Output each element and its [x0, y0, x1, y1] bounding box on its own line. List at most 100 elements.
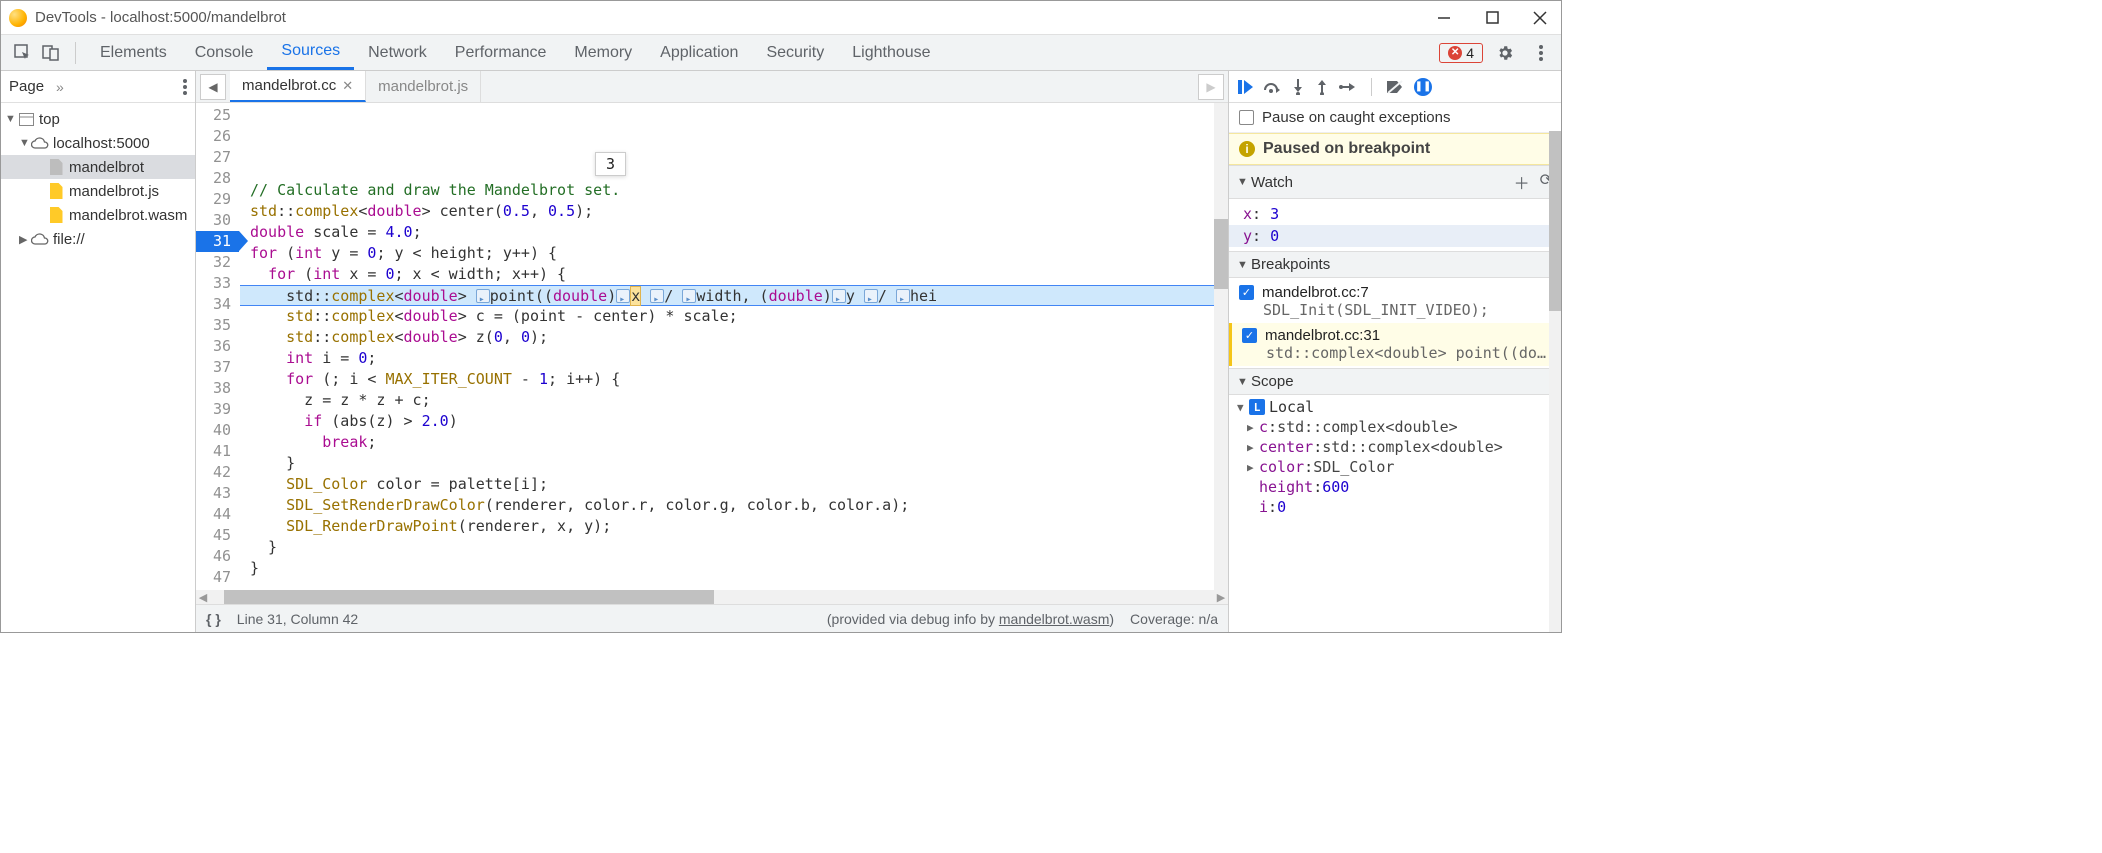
tree-origin[interactable]: ▼ localhost:5000: [1, 131, 195, 155]
watch-item[interactable]: y: 0: [1229, 225, 1561, 247]
navigator-more-tabs-icon[interactable]: »: [56, 79, 64, 95]
resume-icon[interactable]: [1237, 79, 1253, 95]
tab-memory[interactable]: Memory: [560, 35, 646, 70]
file-tab-mandelbrot-js[interactable]: mandelbrot.js: [366, 71, 481, 102]
value-tooltip: 3: [595, 152, 626, 176]
expand-arrow-icon[interactable]: ▶: [19, 233, 31, 246]
cloud-icon: [31, 137, 49, 149]
local-badge-icon: L: [1249, 399, 1265, 415]
checkbox[interactable]: [1239, 110, 1254, 125]
nav-back-icon[interactable]: ◀: [200, 74, 226, 100]
checkbox-checked[interactable]: ✓: [1242, 328, 1257, 343]
navigator-menu-icon[interactable]: [183, 79, 187, 95]
scope-var[interactable]: i: 0: [1229, 497, 1561, 517]
breakpoints-header[interactable]: ▼ Breakpoints: [1229, 251, 1561, 278]
separator: [1371, 78, 1372, 96]
kebab-menu-icon[interactable]: [1527, 39, 1555, 67]
tab-console[interactable]: Console: [181, 35, 268, 70]
error-icon: ✕: [1448, 46, 1462, 60]
settings-icon[interactable]: [1491, 39, 1519, 67]
right-panel-scrollbar[interactable]: [1549, 131, 1561, 632]
collapse-arrow-icon[interactable]: ▼: [1237, 376, 1251, 388]
divider: [75, 42, 76, 64]
editor-statusbar: { } Line 31, Column 42 (provided via deb…: [196, 604, 1228, 632]
watch-header[interactable]: ▼ Watch ＋ ⟳: [1229, 165, 1561, 199]
watch-body: x: 3 y: 0: [1229, 199, 1561, 251]
tree-file-scheme[interactable]: ▶ file://: [1, 227, 195, 251]
debugger-panel: ❚❚ Pause on caught exceptions i Paused o…: [1229, 71, 1561, 632]
pause-on-exceptions-icon[interactable]: ❚❚: [1414, 78, 1432, 96]
document-icon: [47, 159, 65, 175]
deactivate-breakpoints-icon[interactable]: [1386, 79, 1404, 95]
tab-sources[interactable]: Sources: [267, 35, 354, 70]
tree-file-mandelbrot-js[interactable]: mandelbrot.js: [1, 179, 195, 203]
debugger-toolbar: ❚❚: [1229, 71, 1561, 103]
minimize-button[interactable]: [1431, 5, 1457, 31]
scope-body: ▼ L Local ▶c: std::complex<double> ▶cent…: [1229, 395, 1561, 519]
vertical-scrollbar[interactable]: [1214, 103, 1228, 590]
step-out-icon[interactable]: [1315, 79, 1329, 95]
tab-elements[interactable]: Elements: [86, 35, 181, 70]
tab-application[interactable]: Application: [646, 35, 752, 70]
watch-item[interactable]: x: 3: [1229, 203, 1561, 225]
close-tab-icon[interactable]: ✕: [342, 78, 353, 94]
line-gutter[interactable]: 2526272829303132333435363738394041424344…: [196, 103, 240, 590]
horizontal-scrollbar[interactable]: ◀ ▶: [196, 590, 1228, 604]
cloud-icon: [31, 233, 49, 245]
script-icon: [47, 183, 65, 199]
scope-var[interactable]: ▶c: std::complex<double>: [1229, 417, 1561, 437]
editor-area[interactable]: 2526272829303132333435363738394041424344…: [196, 103, 1228, 590]
code-content[interactable]: 3 // Calculate and draw the Mandelbrot s…: [240, 103, 1214, 590]
maximize-button[interactable]: [1479, 5, 1505, 31]
step-icon[interactable]: [1339, 81, 1357, 93]
collapse-arrow-icon[interactable]: ▼: [1237, 259, 1251, 271]
step-over-icon[interactable]: [1263, 80, 1281, 94]
main-toolbar: Elements Console Sources Network Perform…: [1, 35, 1561, 71]
scope-var[interactable]: height: 600: [1229, 477, 1561, 497]
expand-arrow-icon[interactable]: ▼: [5, 113, 17, 125]
paused-banner: i Paused on breakpoint: [1229, 133, 1561, 165]
scope-header[interactable]: ▼ Scope: [1229, 368, 1561, 395]
tab-security[interactable]: Security: [752, 35, 838, 70]
scroll-right-icon[interactable]: ▶: [1214, 591, 1228, 604]
wasm-link[interactable]: mandelbrot.wasm: [999, 611, 1110, 627]
navigator-title[interactable]: Page: [9, 78, 44, 95]
checkbox-checked[interactable]: ✓: [1239, 285, 1254, 300]
collapse-arrow-icon[interactable]: ▼: [1237, 176, 1251, 188]
tree-file-mandelbrot[interactable]: mandelbrot: [1, 155, 195, 179]
scroll-left-icon[interactable]: ◀: [196, 591, 210, 604]
step-into-icon[interactable]: [1291, 79, 1305, 95]
pause-on-caught-row[interactable]: Pause on caught exceptions: [1229, 103, 1561, 133]
add-watch-icon[interactable]: ＋: [1514, 170, 1530, 194]
frame-icon: [17, 113, 35, 126]
breakpoint-item[interactable]: ✓mandelbrot.cc:7 SDL_Init(SDL_INIT_VIDEO…: [1229, 280, 1561, 323]
app-icon: [9, 9, 27, 27]
collapse-arrow-icon[interactable]: ▼: [1237, 401, 1249, 414]
close-button[interactable]: [1527, 5, 1553, 31]
tab-network[interactable]: Network: [354, 35, 441, 70]
window-title: DevTools - localhost:5000/mandelbrot: [35, 9, 286, 26]
expand-arrow-icon[interactable]: ▼: [19, 137, 31, 149]
breakpoint-item-active[interactable]: ✓mandelbrot.cc:31 std::complex<double> p…: [1229, 323, 1561, 366]
tab-lighthouse[interactable]: Lighthouse: [838, 35, 944, 70]
pretty-print-icon[interactable]: { }: [206, 611, 221, 627]
titlebar: DevTools - localhost:5000/mandelbrot: [1, 1, 1561, 35]
window-controls: [1431, 5, 1553, 31]
tree-file-mandelbrot-wasm[interactable]: mandelbrot.wasm: [1, 203, 195, 227]
cursor-position: Line 31, Column 42: [237, 611, 358, 627]
script-icon: [47, 207, 65, 223]
coverage-status: Coverage: n/a: [1130, 611, 1218, 627]
tree-top[interactable]: ▼ top: [1, 107, 195, 131]
scope-var[interactable]: ▶center: std::complex<double>: [1229, 437, 1561, 457]
nav-fwd-icon[interactable]: ▶: [1198, 74, 1224, 100]
error-badge[interactable]: ✕ 4: [1439, 43, 1483, 63]
navigator-panel: Page » ▼ top ▼ localhost:5000 mandelbrot: [1, 71, 196, 632]
navigator-header: Page »: [1, 71, 195, 103]
devtools-window: DevTools - localhost:5000/mandelbrot Ele…: [0, 0, 1562, 633]
device-toggle-icon[interactable]: [37, 39, 65, 67]
scope-var[interactable]: ▶color: SDL_Color: [1229, 457, 1561, 477]
tab-performance[interactable]: Performance: [441, 35, 561, 70]
scope-local[interactable]: ▼ L Local: [1229, 397, 1561, 417]
inspect-icon[interactable]: [9, 39, 37, 67]
file-tab-mandelbrot-cc[interactable]: mandelbrot.cc ✕: [230, 71, 366, 102]
